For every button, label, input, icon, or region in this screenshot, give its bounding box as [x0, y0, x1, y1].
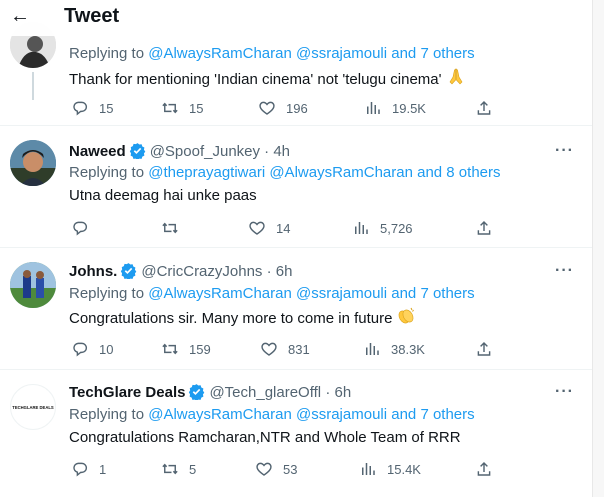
retweet-button[interactable]: 15 [161, 98, 203, 118]
views-icon [363, 340, 381, 358]
page-title: Tweet [64, 5, 120, 27]
mention-links[interactable]: @AlwaysRamCharan @ssrajamouli and 7 othe… [148, 285, 474, 302]
share-button[interactable] [475, 339, 493, 359]
views-icon [359, 460, 377, 478]
like-icon [248, 219, 266, 237]
like-button[interactable]: 53 [255, 459, 297, 479]
share-button[interactable] [475, 98, 493, 118]
replying-to: Replying to @AlwaysRamCharan @ssrajamoul… [69, 406, 475, 423]
reply-icon [71, 340, 89, 358]
mention-links[interactable]: @AlwaysRamCharan @ssrajamouli and 7 othe… [148, 45, 474, 62]
share-button[interactable] [475, 218, 493, 238]
mention-links[interactable]: @AlwaysRamCharan @ssrajamouli and 7 othe… [148, 406, 474, 423]
retweet-icon [161, 219, 179, 237]
share-icon [475, 460, 493, 478]
retweet-button[interactable]: 159 [161, 339, 211, 359]
like-icon [255, 460, 273, 478]
tweet-actions: 14 5,726 [69, 218, 509, 238]
author-handle[interactable]: @Tech_glareOffl [209, 384, 321, 401]
author-row: Naweed @Spoof_Junkey · 4h [69, 142, 290, 162]
clapping-hands-icon [396, 306, 416, 332]
author-name[interactable]: Johns. [69, 263, 117, 280]
replying-to: Replying to @theprayagtiwari @AlwaysRamC… [69, 164, 501, 181]
author-row: Johns. @CricCrazyJohns · 6h [69, 262, 292, 282]
author-handle[interactable]: @Spoof_Junkey [150, 143, 260, 160]
avatar[interactable]: TECHGLARE DEALS [10, 384, 56, 430]
back-arrow-icon[interactable]: ← [10, 4, 30, 28]
retweet-button[interactable] [161, 218, 189, 238]
avatar-logo-text: TECHGLARE DEALS [12, 405, 54, 410]
replying-to: Replying to @AlwaysRamCharan @ssrajamoul… [69, 285, 475, 302]
mention-links[interactable]: @theprayagtiwari @AlwaysRamCharan and 8 … [148, 164, 500, 181]
like-button[interactable]: 14 [248, 218, 290, 238]
reply-button[interactable]: 1 [71, 459, 106, 479]
more-icon[interactable]: ··· [555, 383, 574, 401]
like-icon [258, 99, 276, 117]
author-handle[interactable]: @CricCrazyJohns [141, 263, 262, 280]
reply-icon [71, 219, 89, 237]
tweet-text: Utna deemag hai unke paas [69, 187, 257, 204]
author-name[interactable]: TechGlare Deals [69, 384, 185, 401]
reply-icon [71, 460, 89, 478]
share-button[interactable] [475, 459, 493, 479]
verified-badge-icon [129, 142, 146, 159]
reply-button[interactable]: 10 [71, 339, 113, 359]
views-icon [352, 219, 370, 237]
tweet-2[interactable]: Johns. @CricCrazyJohns · 6h ··· Replying … [0, 248, 592, 370]
retweet-icon [161, 99, 179, 117]
avatar[interactable] [10, 140, 56, 186]
folded-hands-icon [446, 67, 466, 93]
views-button[interactable]: 19.5K [364, 98, 426, 118]
thread-line [32, 72, 34, 100]
tweet-actions: 1 5 53 15.4K [69, 459, 509, 479]
tweet-text: Thank for mentioning 'Indian cinema' not… [69, 67, 466, 93]
views-button[interactable]: 38.3K [363, 339, 425, 359]
author-row: TechGlare Deals @Tech_glareOffl · 6h [69, 383, 351, 403]
views-icon [364, 99, 382, 117]
like-icon [260, 340, 278, 358]
top-header: ← Tweet [0, 0, 592, 36]
views-button[interactable]: 5,726 [352, 218, 413, 238]
tweet-time[interactable]: · 6h [267, 263, 293, 280]
avatar[interactable] [10, 262, 56, 308]
tweet-time[interactable]: · 4h [264, 143, 290, 160]
tweet-time[interactable]: · 6h [325, 384, 351, 401]
share-icon [475, 219, 493, 237]
tweet-3[interactable]: TECHGLARE DEALS TechGlare Deals @Tech_gla… [0, 370, 592, 497]
retweet-icon [161, 460, 179, 478]
like-button[interactable]: 196 [258, 98, 308, 118]
retweet-button[interactable]: 5 [161, 459, 196, 479]
tweet-text: Congratulations Ramcharan,NTR and Whole … [69, 429, 461, 446]
verified-badge-icon [120, 262, 137, 279]
share-icon [475, 99, 493, 117]
more-icon[interactable]: ··· [555, 142, 574, 160]
tweet-actions: 10 159 831 38.3K [69, 339, 509, 359]
share-icon [475, 340, 493, 358]
verified-badge-icon [188, 383, 205, 400]
reply-button[interactable]: 15 [71, 98, 113, 118]
retweet-icon [161, 340, 179, 358]
tweet-1[interactable]: Naweed @Spoof_Junkey · 4h ··· Replying to… [0, 126, 592, 248]
more-icon[interactable]: ··· [555, 262, 574, 280]
reply-icon [71, 99, 89, 117]
like-button[interactable]: 831 [260, 339, 310, 359]
tweet-text: Congratulations sir. Many more to come i… [69, 306, 416, 332]
scrollbar[interactable] [592, 0, 604, 497]
tweet-actions: 15 15 196 19.5K [69, 98, 509, 118]
views-button[interactable]: 15.4K [359, 459, 421, 479]
replying-to: Replying to @AlwaysRamCharan @ssrajamoul… [69, 45, 475, 62]
author-name[interactable]: Naweed [69, 143, 126, 160]
reply-button[interactable] [71, 218, 99, 238]
